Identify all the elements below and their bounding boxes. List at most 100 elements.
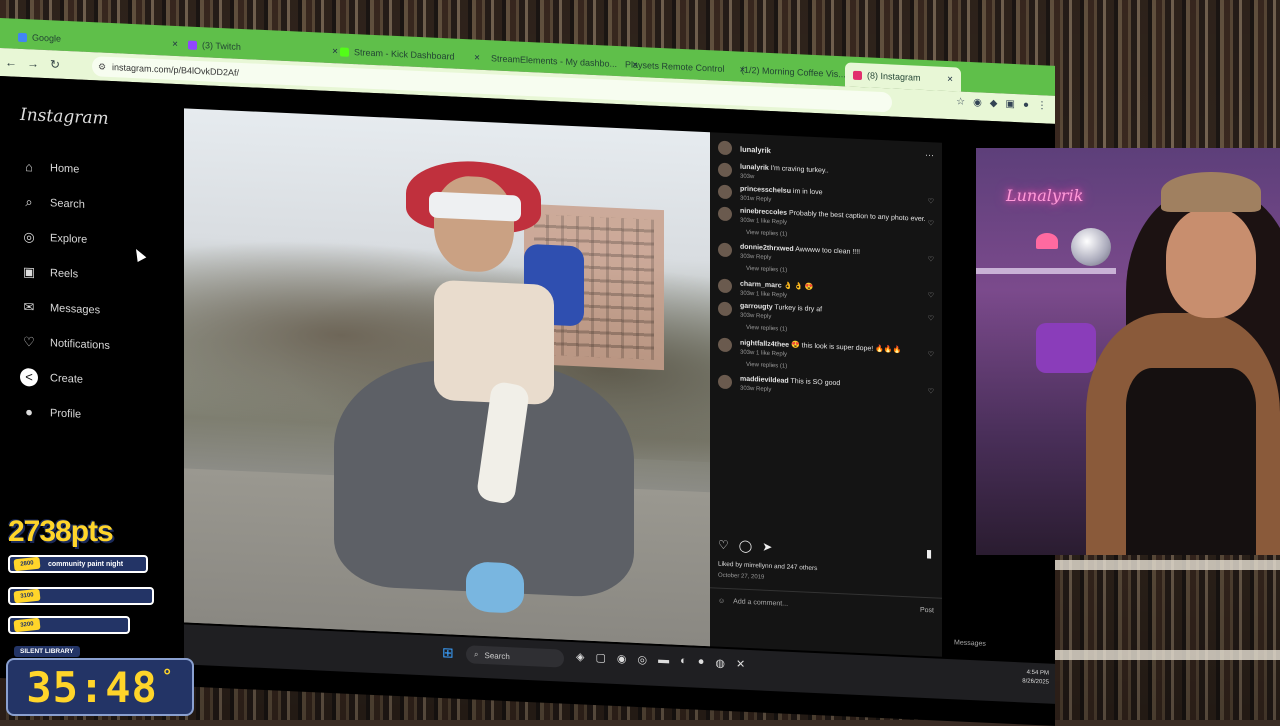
goal-bar: 3100: [8, 587, 154, 605]
goal-label: community paint night: [48, 560, 124, 568]
menu-icon[interactable]: ⋮: [1037, 100, 1047, 111]
address-url: instagram.com/p/B4lOvkDD2Af/: [112, 62, 240, 78]
search-icon: ⌕: [25, 193, 33, 209]
taskbar-clock[interactable]: 4:54 PM 8/26/2025: [1022, 668, 1049, 687]
comment-meta: 303w Reply: [740, 385, 772, 394]
comment-like-icon[interactable]: ♡: [928, 197, 934, 205]
app-icon[interactable]: ◍: [715, 656, 725, 669]
site-info-icon[interactable]: ⚙: [98, 61, 106, 72]
comment-like-icon[interactable]: ♡: [928, 387, 934, 395]
like-icon[interactable]: ♡: [718, 538, 729, 552]
avatar[interactable]: [718, 242, 732, 258]
liked-by[interactable]: Liked by mirrellynn and 247 others: [718, 561, 817, 573]
comment-user[interactable]: lunalyrik: [740, 164, 769, 172]
folder-icon[interactable]: ▬: [658, 654, 669, 667]
comment-user[interactable]: donnie2thrxwed: [740, 244, 794, 253]
comment-icon[interactable]: ◯: [739, 539, 752, 554]
sidebar-item-reels[interactable]: ▣ Reels: [20, 254, 110, 293]
add-comment-input[interactable]: Add a comment...: [733, 598, 788, 607]
instagram-logo[interactable]: Instagram: [20, 105, 109, 129]
messages-label[interactable]: Messages: [954, 639, 986, 647]
close-tab-icon[interactable]: ×: [937, 73, 953, 85]
goal-amount: 3200: [13, 617, 41, 633]
comment-like-icon[interactable]: ♡: [928, 350, 934, 358]
avatar[interactable]: [718, 337, 732, 353]
comment-user[interactable]: charm_marc: [740, 281, 782, 290]
post-author[interactable]: lunalyrik: [718, 140, 771, 157]
avatar[interactable]: [718, 374, 732, 390]
forward-icon[interactable]: →: [22, 56, 44, 71]
close-tab-icon[interactable]: ×: [162, 38, 178, 49]
comment-meta: 301w Reply: [740, 195, 772, 204]
neon-sign: Lunalyrik: [1006, 186, 1084, 205]
app-icon[interactable]: ◈: [576, 650, 584, 663]
sidebar-item-home[interactable]: ⌂ Home: [20, 149, 110, 188]
monitor-screen: Google × (3) Twitch × Stream - Kick Dashboar…: [0, 18, 1055, 726]
comment-text: Awwww too clean !!!!: [795, 246, 861, 257]
extension-icon[interactable]: ◆: [990, 98, 998, 109]
view-replies-link[interactable]: View replies (1): [746, 266, 940, 281]
comment-like-icon[interactable]: ♡: [928, 255, 934, 263]
goal-bar: 2800 community paint night: [8, 555, 148, 573]
comment-user[interactable]: nightfallz4thee: [740, 340, 789, 349]
comment: garrougty Turkey is dry af 303w Reply ♡: [718, 301, 940, 328]
chrome-icon[interactable]: ◎: [637, 653, 647, 666]
app-icon[interactable]: ✕: [736, 657, 745, 670]
messenger-icon: ✉: [23, 298, 35, 315]
sidebar-item-messages[interactable]: ✉ Messages: [20, 289, 110, 328]
post-button[interactable]: Post: [920, 607, 934, 615]
extensions-area: ☆ ◉ ◆ ▣ ● ⋮: [956, 96, 1047, 111]
webcam-overlay: Lunalyrik: [976, 148, 1280, 555]
extension-icon[interactable]: ▣: [1006, 99, 1015, 110]
app-icon[interactable]: ▢: [595, 651, 605, 664]
heart-icon: ♡: [23, 333, 35, 350]
spotify-icon[interactable]: ●: [698, 656, 705, 669]
back-icon[interactable]: ←: [0, 55, 22, 70]
comment-user[interactable]: garrougty: [740, 303, 773, 311]
avatar[interactable]: [718, 206, 732, 222]
comment-meta: 303w 1 like Reply: [740, 290, 788, 299]
comment-user[interactable]: maddievildead: [740, 376, 789, 385]
sidebar-item-notifications[interactable]: ♡ Notifications: [20, 324, 110, 363]
extension-icon[interactable]: ◉: [973, 97, 982, 108]
instagram-sidebar: ⌂ Home ⌕ Search ◎ Explore ▣ Reels ✉ Messages ♡ Noti…: [20, 149, 110, 433]
comment-like-icon[interactable]: ♡: [928, 314, 934, 322]
avatar[interactable]: [718, 278, 732, 294]
taskbar-search[interactable]: ⌕ Search: [466, 645, 564, 668]
comment-text: im in love: [792, 188, 823, 197]
avatar[interactable]: [718, 162, 732, 178]
comment: lunalyrik I'm craving turkey.. 303w: [718, 162, 940, 189]
comment-user[interactable]: princesschelsu: [740, 186, 791, 195]
sidebar-item-explore[interactable]: ◎ Explore: [20, 219, 110, 258]
emoji-icon[interactable]: ☺: [718, 598, 725, 605]
comment: princesschelsu im in love 301w Reply ♡: [718, 184, 940, 211]
view-replies-link[interactable]: View replies (1): [746, 362, 940, 377]
share-icon[interactable]: ➤: [762, 540, 772, 554]
view-replies-link[interactable]: View replies (1): [746, 230, 940, 245]
comment-like-icon[interactable]: ♡: [928, 219, 934, 227]
discord-icon[interactable]: ◉: [617, 652, 627, 665]
save-icon[interactable]: ▮: [926, 547, 932, 560]
profile-icon[interactable]: ●: [1023, 99, 1029, 110]
edge-icon[interactable]: ◐: [680, 655, 687, 668]
sidebar-item-search[interactable]: ⌕ Search: [20, 184, 110, 223]
goal-amount: 2800: [13, 556, 41, 572]
mouse-cursor: [131, 246, 147, 262]
windows-start-icon[interactable]: ⊞: [442, 644, 454, 662]
post-photo[interactable]: [184, 108, 710, 647]
tab-favicon-icon: [340, 46, 349, 57]
sidebar-item-create[interactable]: < Create: [20, 359, 110, 398]
view-replies-link[interactable]: View replies (1): [746, 325, 940, 340]
comment: donnie2thrxwed Awwww too clean !!!! 303w …: [718, 242, 940, 269]
avatar[interactable]: [718, 184, 732, 200]
comment-user[interactable]: ninebreccoles: [740, 208, 787, 217]
avatar[interactable]: [718, 301, 732, 317]
comment: nightfallz4thee 😍 this look is super dop…: [718, 337, 940, 365]
comment-like-icon[interactable]: ♡: [928, 291, 934, 299]
reload-icon[interactable]: ↻: [44, 57, 66, 72]
avatar[interactable]: [718, 140, 732, 156]
search-icon: ⌕: [474, 649, 479, 659]
sidebar-item-profile[interactable]: ● Profile: [20, 394, 110, 433]
more-options-icon[interactable]: ⋯: [925, 150, 934, 161]
star-icon[interactable]: ☆: [956, 96, 965, 107]
